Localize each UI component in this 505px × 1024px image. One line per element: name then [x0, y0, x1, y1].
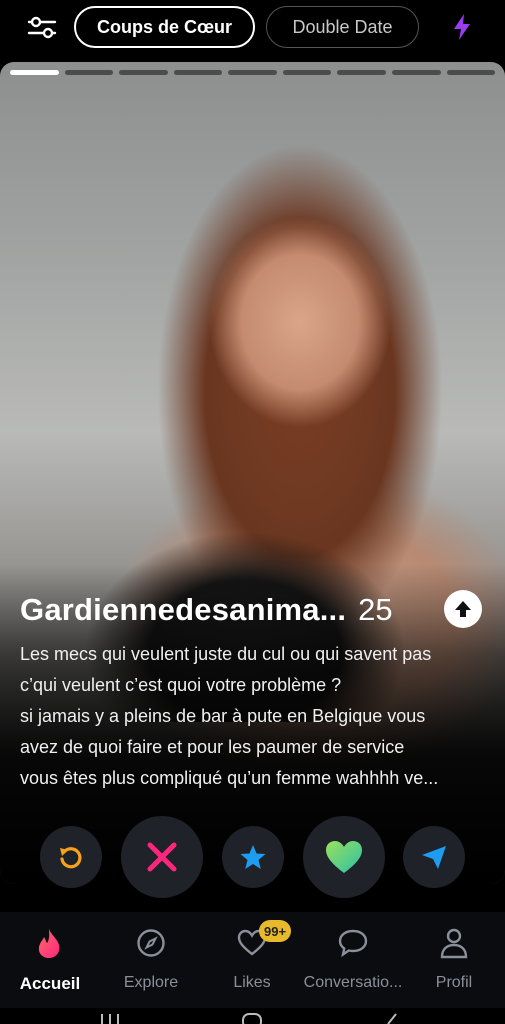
- profile-bio: Les mecs qui veulent juste du cul ou qui…: [20, 639, 490, 794]
- nav-likes-label: Likes: [233, 974, 271, 991]
- tab-coups-de-coeur[interactable]: Coups de Cœur: [74, 6, 255, 48]
- profile-name: Gardiennedesanima...: [20, 592, 347, 627]
- profile-age: 25: [358, 592, 393, 627]
- rewind-icon: [60, 847, 82, 869]
- nav-messages[interactable]: Conversatio...: [303, 926, 403, 1006]
- chat-bubble-icon: [338, 929, 368, 958]
- nav-home[interactable]: Accueil: [0, 926, 100, 1006]
- boost-button[interactable]: [445, 10, 479, 44]
- home-system-icon[interactable]: [240, 1012, 264, 1024]
- photo-progress-segment[interactable]: [64, 70, 114, 75]
- photo-progress-segment[interactable]: [228, 70, 277, 75]
- name-row: Gardiennedesanima... 25: [20, 590, 490, 630]
- tab-double-date[interactable]: Double Date: [266, 6, 419, 48]
- bio-line: si jamais y a pleins de bar à pute en Be…: [20, 706, 426, 726]
- arrow-up-icon: [455, 601, 471, 617]
- nav-likes[interactable]: 99+ Likes: [202, 920, 302, 1006]
- bio-line: c’qui veulent c’est quoi votre problème …: [20, 675, 342, 695]
- photo-progress-segment[interactable]: [119, 70, 168, 75]
- bio-line: Les mecs qui veulent juste du cul ou qui…: [20, 644, 432, 664]
- bottom-navigation: Accueil Explore 99+ Likes Conversatio...: [0, 912, 505, 1008]
- rewind-button[interactable]: [40, 826, 102, 888]
- action-bar: [0, 812, 505, 912]
- person-icon: [440, 928, 468, 959]
- profile-card[interactable]: Gardiennedesanima... 25 Les mecs qui veu…: [0, 62, 505, 884]
- recent-apps-icon[interactable]: [98, 1012, 122, 1024]
- nav-explore-label: Explore: [123, 974, 179, 991]
- bio-line: avez de quoi faire et pour les paumer de…: [20, 737, 405, 757]
- flame-icon: [38, 929, 60, 958]
- nav-profile[interactable]: Profil: [404, 926, 504, 1006]
- back-system-icon[interactable]: [380, 1012, 404, 1024]
- photo-progress-segment[interactable]: [282, 70, 332, 75]
- filter-settings-button[interactable]: [22, 10, 62, 44]
- super-like-button[interactable]: [222, 826, 284, 888]
- photo-progress-segment[interactable]: [391, 70, 441, 75]
- send-message-button[interactable]: [403, 826, 465, 888]
- likes-badge: 99+: [259, 920, 292, 942]
- like-button[interactable]: [303, 816, 385, 898]
- compass-icon: [137, 929, 165, 957]
- lightning-icon: [454, 14, 470, 40]
- open-profile-button[interactable]: [444, 590, 482, 628]
- nav-explore[interactable]: Explore: [101, 926, 201, 1006]
- send-icon: [422, 846, 446, 869]
- system-navigation-bar: [0, 1008, 505, 1024]
- bio-line: vous êtes plus compliqué qu’un femme wah…: [20, 768, 439, 788]
- photo-progress-segment[interactable]: [446, 70, 496, 75]
- nav-messages-label: Conversatio...: [303, 974, 403, 991]
- photo-progress-segment[interactable]: [10, 70, 59, 75]
- photo-progress-bar: [10, 70, 496, 75]
- photo-progress-segment[interactable]: [337, 70, 386, 75]
- nav-profile-label: Profil: [435, 974, 473, 991]
- sliders-icon: [27, 16, 57, 39]
- top-bar: Coups de Cœur Double Date: [0, 0, 505, 60]
- heart-icon: [326, 841, 362, 873]
- x-icon: [147, 842, 177, 872]
- nope-button[interactable]: [121, 816, 203, 898]
- photo-progress-segment[interactable]: [173, 70, 223, 75]
- nav-home-label: Accueil: [19, 974, 81, 993]
- star-icon: [240, 845, 266, 869]
